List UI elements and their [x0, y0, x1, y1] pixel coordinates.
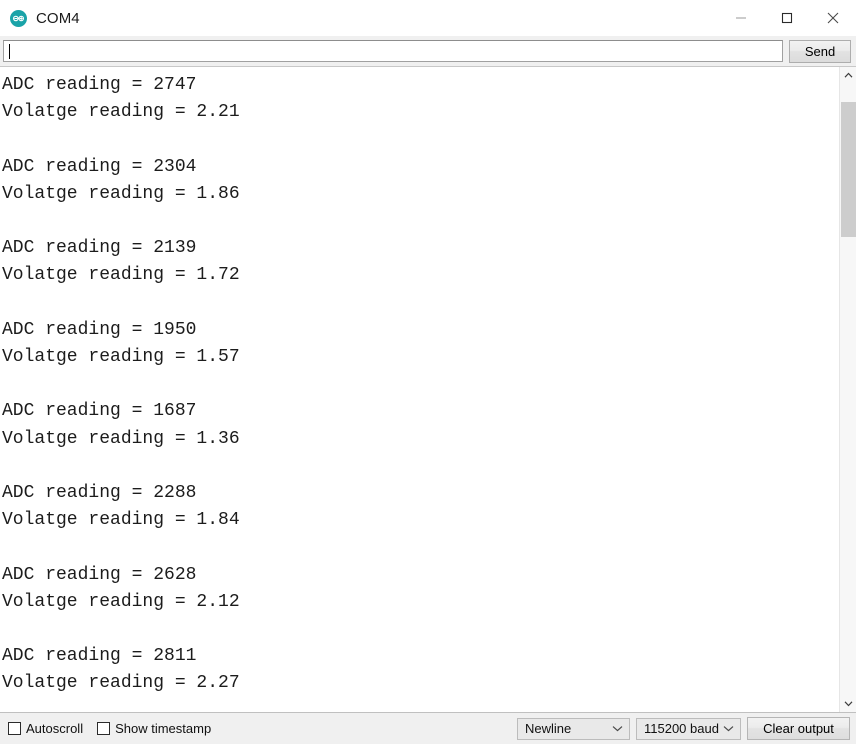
serial-monitor-window: COM4 Send ADC reading = 2747 Volatge rea… [0, 0, 856, 744]
send-button[interactable]: Send [789, 39, 851, 63]
scrollbar-thumb[interactable] [841, 102, 856, 237]
maximize-button[interactable] [764, 0, 810, 36]
serial-output-text[interactable]: ADC reading = 2747 Volatge reading = 2.2… [0, 67, 839, 712]
chevron-down-icon [609, 725, 625, 732]
scroll-down-button[interactable] [840, 695, 856, 712]
output-area: ADC reading = 2747 Volatge reading = 2.2… [0, 66, 856, 712]
autoscroll-checkbox[interactable]: Autoscroll [8, 721, 83, 736]
output-scrollbar[interactable] [839, 67, 856, 712]
autoscroll-checkbox-box[interactable] [8, 722, 21, 735]
clear-output-button[interactable]: Clear output [747, 717, 850, 740]
arduino-logo-icon [10, 9, 27, 27]
chevron-down-icon [720, 725, 736, 732]
title-bar-left: COM4 [0, 9, 80, 27]
line-ending-select[interactable]: Newline [517, 717, 630, 740]
autoscroll-label: Autoscroll [26, 721, 84, 736]
scrollbar-track[interactable] [840, 84, 856, 695]
text-caret [9, 43, 10, 59]
minimize-button[interactable] [718, 0, 764, 36]
baud-rate-select[interactable]: 115200 baud [636, 717, 741, 740]
window-title: COM4 [36, 9, 80, 27]
close-button[interactable] [810, 0, 856, 36]
show-timestamp-label: Show timestamp [115, 721, 212, 736]
bottom-bar: Autoscroll Show timestamp Newline 115200… [0, 712, 856, 744]
show-timestamp-checkbox[interactable]: Show timestamp [97, 721, 211, 736]
serial-send-input[interactable] [3, 40, 783, 62]
baud-rate-value: 115200 baud [644, 721, 719, 736]
title-bar: COM4 [0, 0, 856, 36]
line-ending-value: Newline [525, 721, 572, 736]
scroll-up-button[interactable] [840, 67, 856, 84]
show-timestamp-checkbox-box[interactable] [97, 722, 111, 735]
window-controls [718, 0, 856, 36]
send-row: Send [0, 36, 856, 66]
